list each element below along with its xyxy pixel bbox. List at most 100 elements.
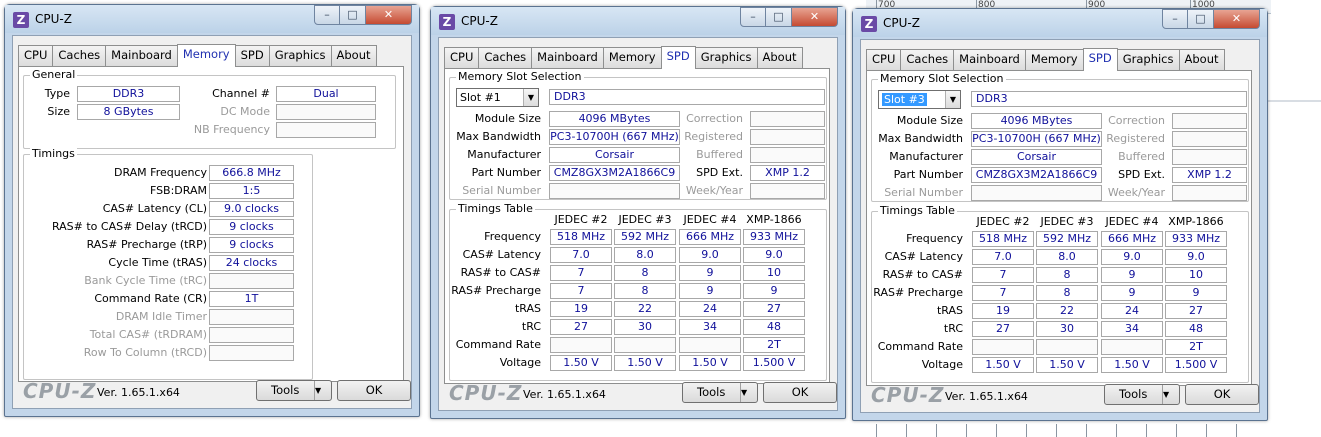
timing-row-label: RAS# to CAS# (460, 266, 541, 279)
minimize-button[interactable]: – (314, 5, 340, 25)
tab-caches[interactable]: Caches (52, 45, 107, 66)
chevron-down-icon[interactable]: ▼ (1162, 385, 1179, 404)
tab-spd[interactable]: SPD (1082, 48, 1118, 71)
timing-label: Total CAS# (tRDRAM) (89, 328, 207, 341)
tab-cpu[interactable]: CPU (444, 47, 480, 68)
tab-about[interactable]: About (1178, 49, 1225, 70)
title-bar[interactable]: Z CPU-Z – □ ✕ (431, 7, 845, 35)
tab-about[interactable]: About (756, 47, 803, 68)
spd-ext-label: SPD Ext. (1118, 168, 1165, 181)
timing-cell: 9.0 (743, 247, 805, 263)
slot-select[interactable]: Slot #3 ▼ (878, 90, 961, 109)
tab-graphics[interactable]: Graphics (1116, 49, 1180, 70)
timing-cell: 7.0 (550, 247, 612, 263)
maximize-button[interactable]: □ (766, 7, 792, 27)
timing-label: DRAM Frequency (113, 166, 207, 179)
timing-cell: 27 (1165, 303, 1227, 319)
minimize-button[interactable]: – (1162, 9, 1188, 29)
module-size-value: 4096 MBytes (971, 113, 1102, 129)
maximize-button[interactable]: □ (1188, 9, 1214, 29)
tools-button[interactable]: Tools ▼ (256, 380, 332, 401)
timing-cell: 34 (679, 319, 741, 335)
tab-cpu[interactable]: CPU (866, 49, 902, 70)
buffered-label: Buffered (1118, 150, 1165, 163)
title-bar[interactable]: Z CPU-Z – □ ✕ (5, 5, 419, 33)
timing-row-label: Frequency (906, 232, 963, 245)
tab-spd[interactable]: SPD (234, 45, 270, 66)
close-button[interactable]: ✕ (366, 5, 412, 25)
tools-button-label: Tools (271, 383, 300, 397)
slot-select[interactable]: Slot #1 ▼ (456, 88, 539, 107)
title-bar[interactable]: Z CPU-Z – □ ✕ (853, 9, 1267, 37)
manufacturer-value: Corsair (549, 147, 680, 163)
cpuz-app-icon: Z (439, 14, 455, 30)
spd-ext-value: XMP 1.2 (1172, 167, 1247, 183)
timing-cell: 48 (743, 319, 805, 335)
buffered-value (1172, 149, 1247, 165)
tab-about[interactable]: About (330, 45, 377, 66)
tab-mainboard[interactable]: Mainboard (953, 49, 1026, 70)
slot-select-value: Slot #3 (882, 93, 927, 106)
timing-cell: 592 MHz (1036, 231, 1098, 247)
ok-button[interactable]: OK (763, 382, 837, 403)
tab-memory[interactable]: Memory (1024, 49, 1084, 70)
timing-cell (614, 337, 676, 353)
timing-column-header: XMP-1866 (746, 213, 802, 226)
type-label: Type (44, 87, 70, 100)
timing-column-header: JEDEC #4 (683, 213, 737, 226)
tab-memory[interactable]: Memory (176, 44, 236, 67)
timing-value: 24 clocks (209, 255, 294, 271)
serial-number-value (971, 185, 1102, 201)
tab-memory[interactable]: Memory (602, 47, 662, 68)
tab-graphics[interactable]: Graphics (694, 47, 758, 68)
timing-cell: 518 MHz (972, 231, 1034, 247)
cpuz-window-memory: Z CPU-Z – □ ✕ CPU Caches Mainboard Memor… (4, 4, 420, 417)
tab-caches[interactable]: Caches (900, 49, 955, 70)
tools-button[interactable]: Tools ▼ (1104, 384, 1180, 405)
timing-cell: 1.500 V (743, 355, 805, 371)
tools-button-label: Tools (1119, 387, 1148, 401)
timing-label: Bank Cycle Time (tRC) (84, 274, 207, 287)
timing-row-label: CAS# Latency (462, 248, 541, 261)
timing-cell: 1.50 V (1036, 357, 1098, 373)
timing-cell (972, 339, 1034, 355)
tab-caches[interactable]: Caches (478, 47, 533, 68)
chevron-down-icon[interactable]: ▼ (314, 381, 331, 400)
timing-cell: 666 MHz (1101, 231, 1163, 247)
ok-button[interactable]: OK (337, 380, 411, 401)
tab-cpu[interactable]: CPU (18, 45, 54, 66)
timing-cell: 933 MHz (743, 229, 805, 245)
close-button[interactable]: ✕ (792, 7, 838, 27)
timing-value: 666.8 MHz (209, 165, 294, 181)
window-title: CPU-Z (883, 16, 920, 30)
timing-cell: 30 (1036, 321, 1098, 337)
chevron-down-icon[interactable]: ▼ (523, 89, 538, 106)
tools-button[interactable]: Tools ▼ (682, 382, 758, 403)
type-value: DDR3 (77, 86, 180, 102)
tab-mainboard[interactable]: Mainboard (531, 47, 604, 68)
ok-button[interactable]: OK (1185, 384, 1259, 405)
maximize-button[interactable]: □ (340, 5, 366, 25)
timing-row-label: tRAS (514, 302, 541, 315)
tab-mainboard[interactable]: Mainboard (105, 45, 178, 66)
timing-cell: 10 (743, 265, 805, 281)
max-bandwidth-value: PC3-10700H (667 MHz) (549, 129, 680, 145)
timing-cell: 8 (614, 283, 676, 299)
chevron-down-icon[interactable]: ▼ (945, 91, 960, 108)
timing-value (209, 309, 294, 325)
close-button[interactable]: ✕ (1214, 9, 1260, 29)
correction-label: Correction (686, 112, 743, 125)
manufacturer-label: Manufacturer (889, 150, 963, 163)
window-title: CPU-Z (35, 12, 72, 26)
timing-column-header: JEDEC #3 (1040, 215, 1094, 228)
timing-value (209, 273, 294, 289)
timing-cell: 9 (1101, 285, 1163, 301)
timing-cell: 27 (743, 301, 805, 317)
timing-cell: 27 (550, 319, 612, 335)
timing-row-label: Command Rate (877, 340, 963, 353)
tab-graphics[interactable]: Graphics (268, 45, 332, 66)
timing-column-header: JEDEC #2 (554, 213, 608, 226)
chevron-down-icon[interactable]: ▼ (740, 383, 757, 402)
tab-spd[interactable]: SPD (660, 46, 696, 69)
minimize-button[interactable]: – (740, 7, 766, 27)
